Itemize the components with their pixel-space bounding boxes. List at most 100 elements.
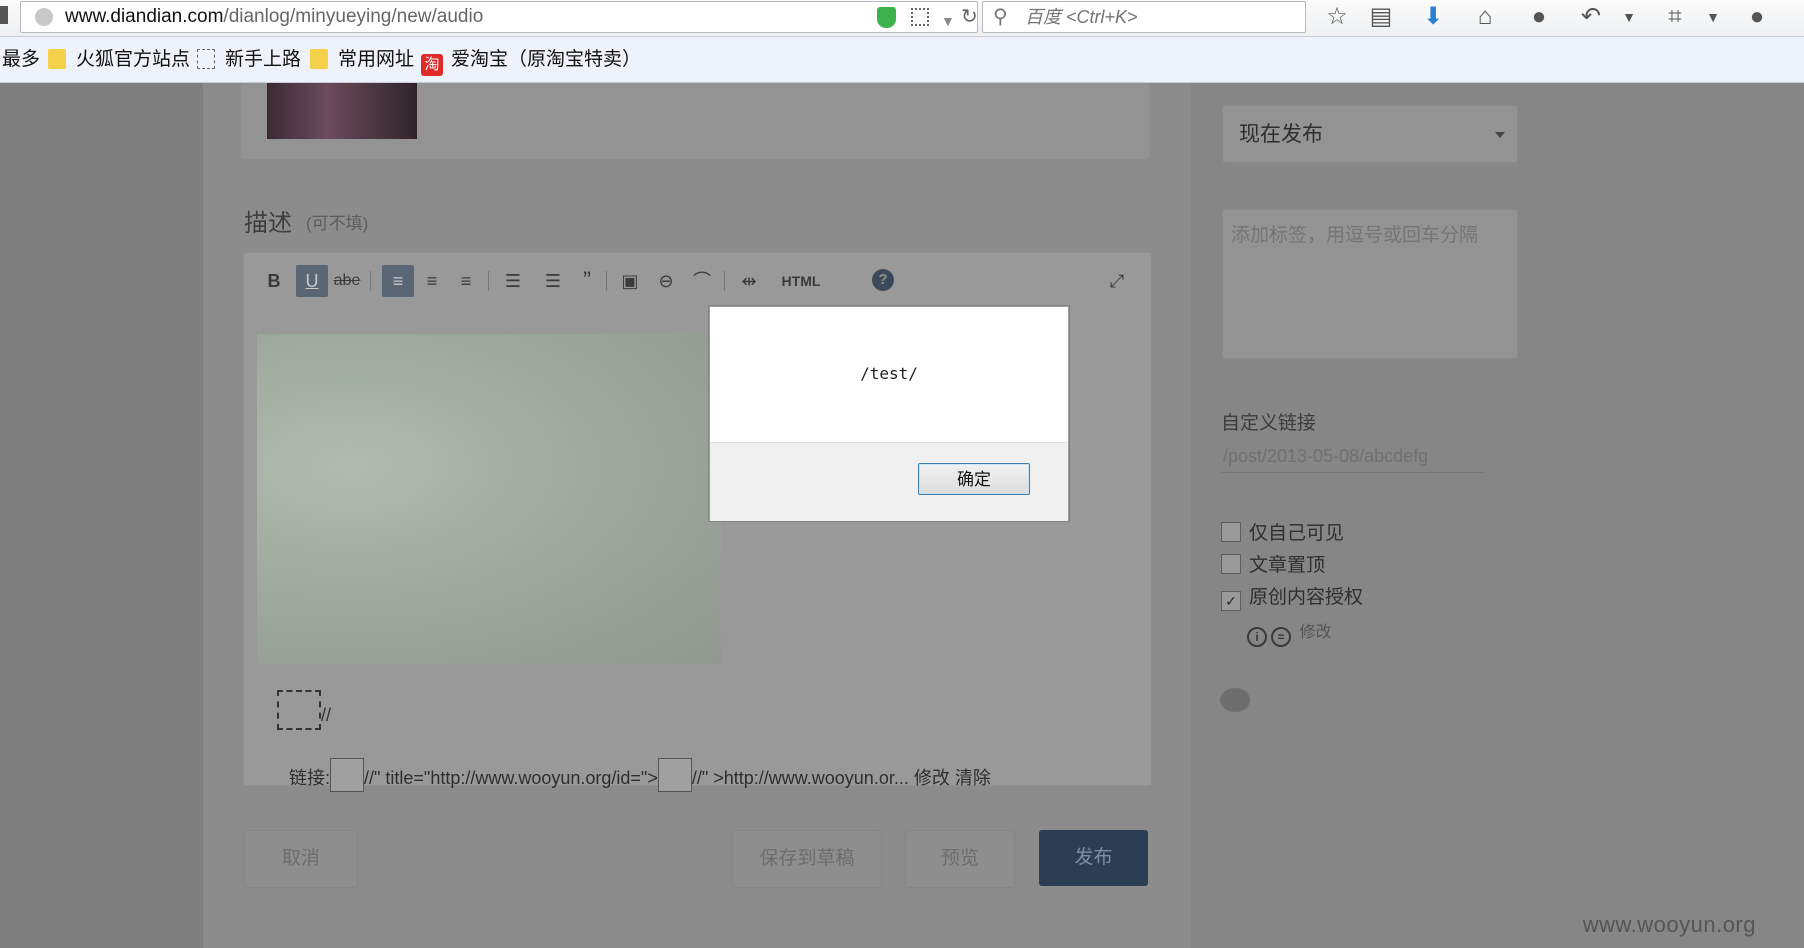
chat-icon[interactable]: ● [1524,2,1554,32]
license-options: i = 修改 [1247,618,1331,647]
bookmark-label: 爱淘宝（原淘宝特卖） [451,49,642,70]
original-license-checkbox[interactable]: ✓ [1221,591,1241,611]
fullscreen-icon[interactable]: ⤢ [1102,265,1132,297]
address-bar[interactable]: www.diandian.com/dianlog/minyueying/new/… [20,1,978,33]
publish-time-select[interactable]: 现在发布 [1222,105,1518,163]
watermark: www.wooyun.org [1582,912,1756,937]
alert-message: /test/ [860,364,918,383]
description-hint: (可不填) [306,214,369,233]
bookmarks-bar: 最多 火狐官方站点 新手上路 常用网址 淘爱淘宝（原淘宝特卖） [0,37,1804,83]
toolbar-divider [724,271,725,291]
insert-link-icon[interactable]: ⊖ [652,265,680,297]
screenshot-menu-arrow-icon[interactable]: ▼ [1698,2,1728,32]
audio-cover-image [267,83,417,139]
broken-image-placeholder[interactable] [277,690,321,730]
download-icon[interactable]: ⬇ [1418,2,1448,32]
bookmark-getting-started[interactable]: 新手上路 [197,37,301,82]
link-info-row: 链接: //" title="http://www.wooyun.org/id="… [289,758,991,792]
address-bar-url[interactable]: www.diandian.com/dianlog/minyueying/new/… [65,2,483,32]
reload-icon[interactable]: ↻ [961,2,978,32]
bookmark-firefox-official[interactable]: 火狐官方站点 [48,37,190,82]
bookmark-label: 最多 [2,49,41,70]
unlink-icon[interactable]: ⌒ [688,265,716,297]
globe-icon [35,8,53,26]
link-clear-link[interactable]: 清除 [955,768,991,788]
folder-icon [48,49,66,69]
checkbox-label: 文章置顶 [1249,555,1326,576]
search-icon: ⚲ [993,6,1008,28]
license-checkbox-row[interactable]: ✓ 原创内容授权 [1221,582,1363,611]
undo-icon[interactable]: ↶ [1576,2,1606,32]
cc-nd-icon: = [1271,627,1291,647]
private-checkbox[interactable] [1221,522,1241,542]
bookmark-label: 新手上路 [225,49,302,70]
bookmarks-list-icon[interactable]: ▤ [1366,2,1396,32]
align-left-icon[interactable]: ≡ [382,265,414,297]
link-url-text: //" >http://www.wooyun.or... [691,768,909,788]
bookmark-label: 火狐官方站点 [76,49,191,70]
preview-button[interactable]: 预览 [905,830,1015,888]
crop-screenshot-icon[interactable]: ⌗ [1660,2,1690,32]
toolbar-divider [370,271,371,291]
home-icon[interactable]: ⌂ [1470,2,1500,32]
dropdown-arrow-icon[interactable]: ▼ [941,6,955,36]
bookmark-most-visited[interactable]: 最多 [2,37,40,82]
align-right-icon[interactable]: ≡ [452,265,480,297]
checkbox-label: 原创内容授权 [1249,587,1364,608]
custom-link-title: 自定义链接 [1221,413,1317,434]
search-box[interactable]: ⚲ [982,1,1306,33]
broken-image-icon [330,758,365,792]
html-source-button[interactable]: HTML [776,265,826,297]
page-break-icon[interactable]: ⇹ [734,265,764,297]
blockquote-icon[interactable]: ” [574,265,600,297]
publish-time-value: 现在发布 [1239,123,1323,146]
publish-button[interactable]: 发布 [1039,830,1148,886]
shield-icon[interactable] [877,7,896,28]
cancel-button[interactable]: 取消 [244,830,358,888]
back-arrow-icon[interactable] [0,6,8,24]
align-center-icon[interactable]: ≡ [418,265,446,297]
editor-toolbar: B U abe ≡ ≡ ≡ ☰ ☰ ” ▣ ⊖ ⌒ ⇹ HTML ? ⤢ [244,253,1151,313]
undo-menu-arrow-icon[interactable]: ▼ [1614,2,1644,32]
pin-top-checkbox[interactable] [1221,554,1241,574]
folder-icon [310,49,328,69]
bold-button[interactable]: B [264,265,284,297]
save-draft-button[interactable]: 保存到草稿 [732,830,882,888]
underline-button[interactable]: U [296,265,328,297]
description-title: 描述 [244,210,292,237]
strikethrough-button[interactable]: abe [330,265,364,297]
unordered-list-icon[interactable]: ☰ [536,265,570,297]
url-host: www.diandian.com [65,6,224,27]
toolbar-divider [606,271,607,291]
link-edit-link[interactable]: 修改 [914,768,950,788]
weibo-share-icon[interactable] [1220,688,1250,712]
browser-toolbar: www.diandian.com/dianlog/minyueying/new/… [0,0,1804,37]
alert-ok-button[interactable]: 确定 [918,463,1030,495]
message-icon[interactable]: ● [1742,2,1772,32]
injected-text-fragment: // [321,705,332,725]
cc-by-icon: i [1247,627,1267,647]
chevron-down-icon [1495,132,1505,138]
bookmark-common-sites[interactable]: 常用网址 [310,37,414,82]
private-checkbox-row[interactable]: 仅自己可见 [1221,518,1344,545]
star-bookmark-icon[interactable]: ☆ [1322,2,1352,32]
checkbox-label: 仅自己可见 [1249,523,1345,544]
insert-image-icon[interactable]: ▣ [616,265,644,297]
tags-input[interactable] [1222,209,1518,359]
alert-footer: 确定 [710,442,1068,521]
alert-dialog: /test/ 确定 [709,306,1069,521]
bookmark-ai-taobao[interactable]: 淘爱淘宝（原淘宝特卖） [421,37,641,82]
pin-checkbox-row[interactable]: 文章置顶 [1221,550,1325,577]
search-input[interactable] [1023,4,1297,30]
ordered-list-icon[interactable]: ☰ [496,265,530,297]
license-edit-link[interactable]: 修改 [1299,624,1331,641]
help-icon[interactable]: ? [872,269,894,291]
link-label: 链接: [289,768,331,788]
qr-code-icon[interactable] [911,8,929,26]
custom-link-field[interactable] [1221,440,1485,473]
bookmark-label: 常用网址 [338,49,415,70]
embedded-image[interactable] [257,334,721,664]
broken-image-icon [657,758,692,792]
link-attr-text: //" title="http://www.wooyun.org/id="> [364,768,658,788]
url-path: /dianlog/minyueying/new/audio [223,6,484,27]
